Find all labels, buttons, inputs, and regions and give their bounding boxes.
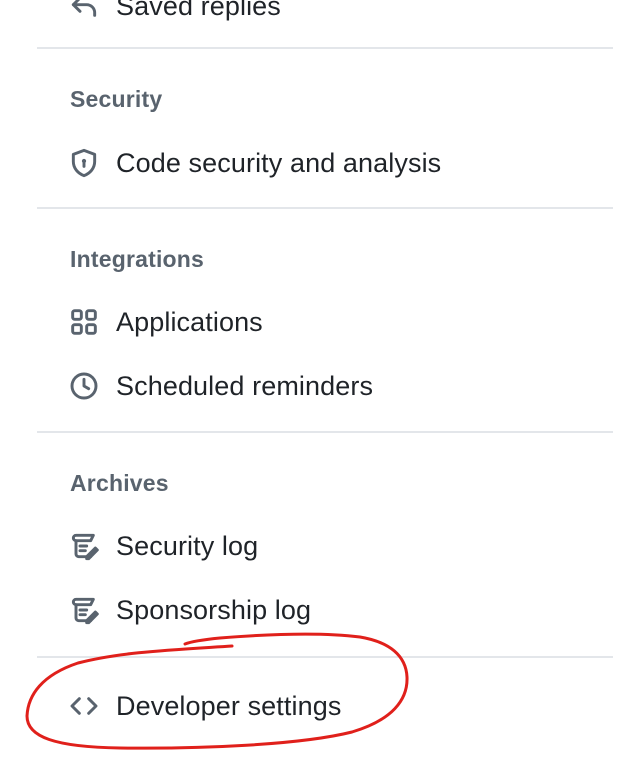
- section-heading-integrations: Integrations: [70, 246, 205, 272]
- section-divider: [37, 207, 613, 209]
- nav-item-sponsorship-log[interactable]: Sponsorship log: [58, 586, 598, 634]
- section-divider: [37, 656, 613, 658]
- nav-item-label: Saved replies: [116, 0, 281, 21]
- code-icon: [66, 688, 102, 724]
- settings-sidebar: Saved replies Security Code security and…: [0, 0, 640, 772]
- apps-grid-icon: [66, 304, 102, 340]
- reply-icon: [66, 0, 102, 24]
- nav-item-label: Sponsorship log: [116, 594, 312, 625]
- log-icon: [66, 592, 102, 628]
- section-divider: [37, 431, 613, 433]
- nav-item-applications[interactable]: Applications: [58, 298, 598, 346]
- section-heading-security: Security: [70, 86, 163, 112]
- section-divider: [37, 47, 613, 49]
- section-heading-archives: Archives: [70, 470, 169, 496]
- nav-item-saved-replies[interactable]: Saved replies: [58, 0, 598, 30]
- nav-item-label: Security log: [116, 530, 259, 561]
- clock-icon: [66, 368, 102, 404]
- nav-item-security-log[interactable]: Security log: [58, 522, 598, 570]
- nav-item-developer-settings[interactable]: Developer settings: [58, 682, 598, 730]
- shield-lock-icon: [66, 145, 102, 181]
- nav-item-label: Scheduled reminders: [116, 370, 374, 401]
- log-icon: [66, 528, 102, 564]
- nav-item-label: Developer settings: [116, 690, 342, 721]
- nav-item-label: Code security and analysis: [116, 147, 442, 178]
- nav-item-scheduled-reminders[interactable]: Scheduled reminders: [58, 362, 598, 410]
- nav-item-code-security[interactable]: Code security and analysis: [58, 139, 598, 187]
- nav-item-label: Applications: [116, 306, 263, 337]
